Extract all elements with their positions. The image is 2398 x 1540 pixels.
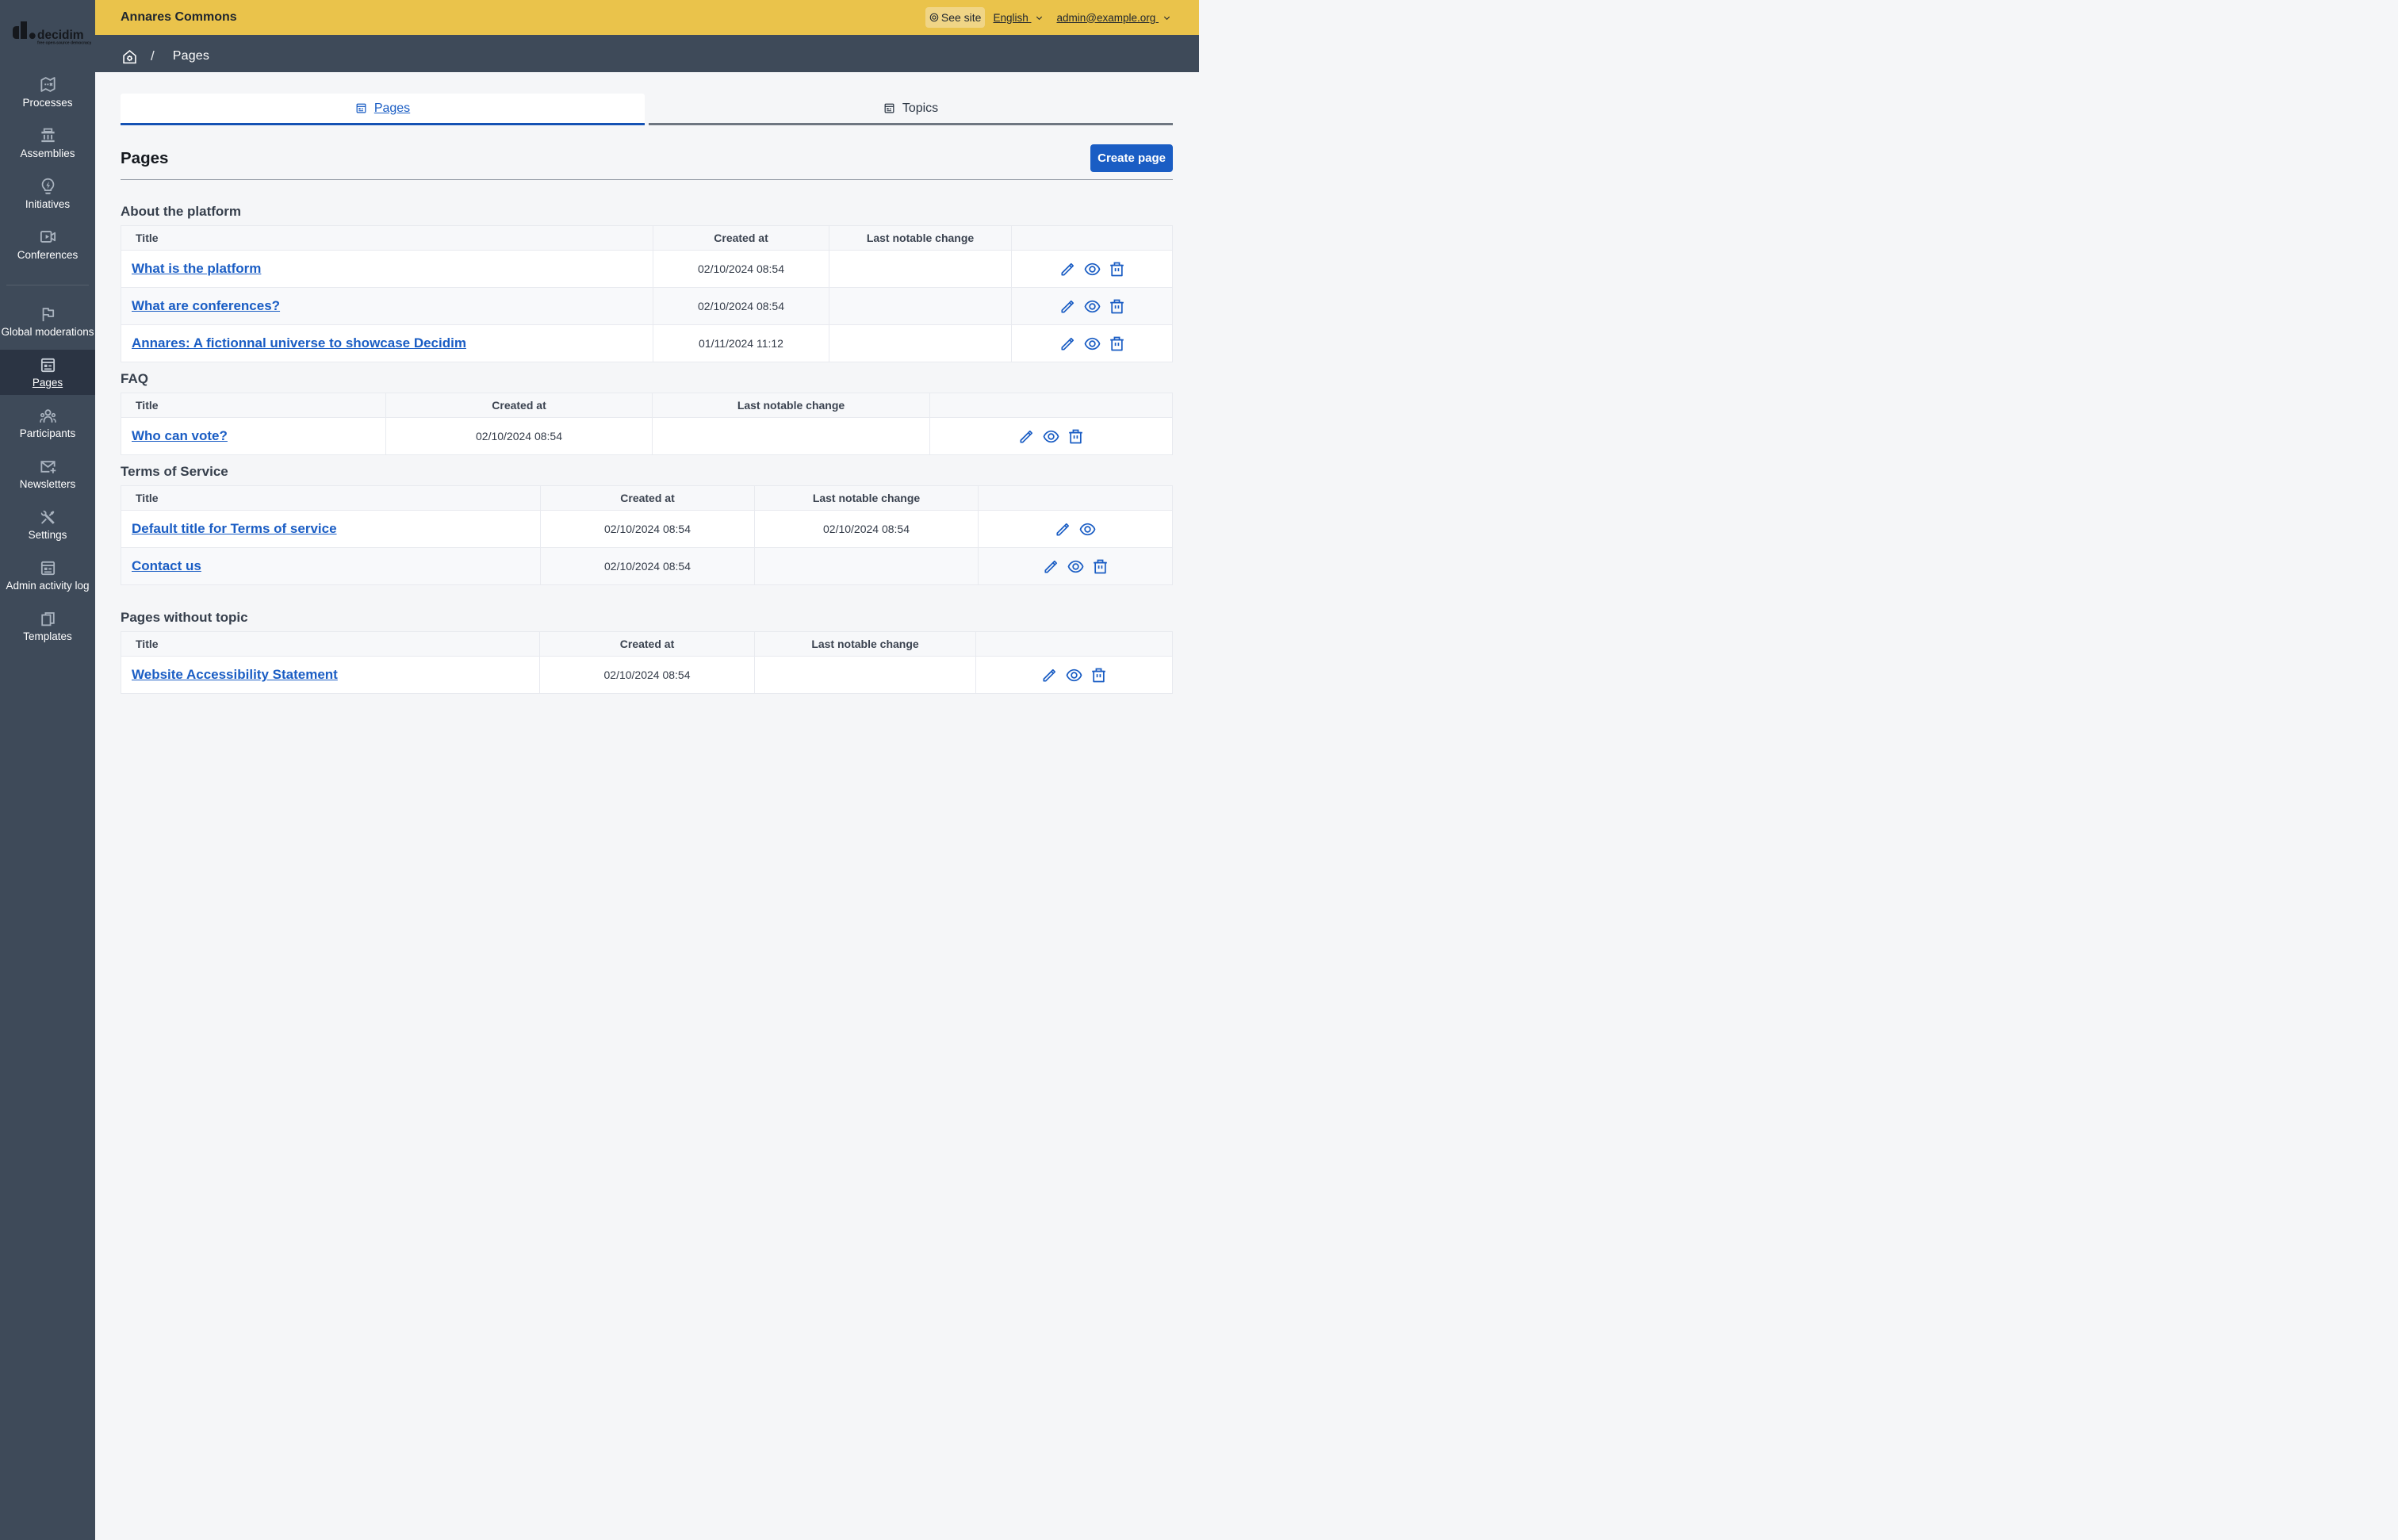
svg-text:free open-source democracy: free open-source democracy [37, 41, 91, 46]
svg-text:decidim: decidim [37, 29, 84, 42]
